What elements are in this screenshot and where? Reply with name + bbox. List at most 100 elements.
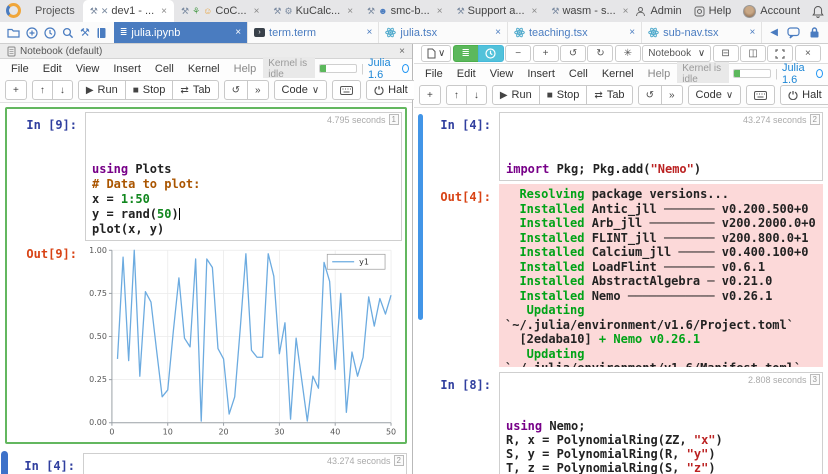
close-icon[interactable]: × (495, 27, 501, 38)
file-tab-julia-ipynb[interactable]: ≣ julia.ipynb × (114, 22, 248, 43)
help-button[interactable]: Help (694, 5, 732, 17)
halt-button[interactable]: Halt (366, 80, 416, 100)
move-cell-down-button[interactable]: ↓ (466, 85, 487, 105)
settings-wrench-icon[interactable]: ⚒ (80, 26, 90, 39)
menu-insert[interactable]: Insert (106, 63, 148, 75)
project-tab-kucalc[interactable]: ⚒ ⚙ KuCalc... × (266, 0, 360, 22)
zoom-in-button[interactable]: + (533, 45, 559, 62)
close-icon[interactable]: × (629, 27, 635, 38)
account-button[interactable]: Account (743, 5, 800, 18)
file-tab-sub-nav-tsx[interactable]: sub-nav.tsx × (642, 22, 762, 43)
scrollbar-thumb[interactable] (1, 451, 8, 474)
file-tab-julia-tsx[interactable]: julia.tsx × (379, 22, 508, 43)
log-clock-icon[interactable] (44, 27, 56, 39)
stop-button[interactable]: ■Stop (539, 85, 588, 105)
cell-nemo-compute[interactable]: In [8]: 2.808 seconds 3 using Nemo;R, x … (418, 372, 823, 474)
close-icon[interactable]: × (437, 6, 443, 17)
menu-file[interactable]: File (418, 68, 450, 80)
run-all-button[interactable]: » (661, 85, 683, 105)
project-tab-support[interactable]: ⚒ Support a... × (450, 0, 545, 22)
close-icon[interactable]: × (235, 27, 241, 38)
menu-cell[interactable]: Cell (148, 63, 181, 75)
cell-type-dropdown[interactable]: Code∨ (274, 80, 328, 100)
projects-button[interactable]: Projects (27, 0, 83, 22)
menu-view[interactable]: View (483, 68, 521, 80)
insert-cell-button[interactable]: + (5, 80, 27, 100)
menu-cell[interactable]: Cell (562, 68, 595, 80)
left-notebook[interactable]: In [9]: 4.795 seconds 1 using Plots# Dat… (0, 103, 412, 474)
run-button[interactable]: ▶Run (78, 80, 126, 100)
cell-type-dropdown[interactable]: Code∨ (688, 85, 742, 105)
cell-pkg-add[interactable]: In [4]: 43.274 seconds 2 import Pkg; Pkg… (418, 112, 823, 367)
close-icon[interactable]: × (161, 6, 167, 17)
file-tab-teaching-tsx[interactable]: teaching.tsx × (508, 22, 642, 43)
new-plus-circle-icon[interactable] (26, 27, 38, 39)
bell-icon[interactable] (812, 5, 824, 18)
menu-edit[interactable]: Edit (450, 68, 483, 80)
menu-file[interactable]: File (4, 63, 36, 75)
fullscreen-button[interactable] (767, 45, 793, 62)
tab-complete-button[interactable]: ⇄Tab (172, 80, 218, 100)
project-tab-smc[interactable]: ⚒ ☻ smc-b... × (360, 0, 450, 22)
kernel-name[interactable]: Julia 1.6 (782, 62, 812, 86)
close-icon[interactable]: × (532, 6, 538, 17)
code-input[interactable]: 4.795 seconds 1 using Plots# Data to plo… (85, 112, 402, 241)
file-dropdown-button[interactable]: ∨ (421, 45, 451, 62)
run-all-button[interactable]: » (247, 80, 269, 100)
move-cell-up-button[interactable]: ↑ (446, 85, 467, 105)
cell-pkg-add[interactable]: In [4]: 43.274 seconds 2 import Pkg; Pkg… (5, 453, 407, 474)
close-icon[interactable]: × (749, 27, 755, 38)
zoom-out-button[interactable]: − (505, 45, 531, 62)
menu-kernel[interactable]: Kernel (595, 68, 641, 80)
menu-help[interactable]: Help (641, 68, 678, 80)
menu-view[interactable]: View (69, 63, 107, 75)
admin-button[interactable]: Admin (635, 5, 681, 17)
keyboard-shortcuts-button[interactable] (332, 80, 361, 100)
jupyter-mode-button[interactable]: ≣ (453, 45, 479, 62)
frame-type-dropdown[interactable]: Notebook ∨ (642, 45, 711, 62)
insert-cell-button[interactable]: + (419, 85, 441, 105)
close-frame-button[interactable]: × (795, 45, 821, 62)
lock-icon[interactable] (809, 26, 820, 39)
close-icon[interactable]: × (399, 46, 405, 57)
split-col-button[interactable]: ◫ (740, 45, 766, 62)
run-button[interactable]: ▶Run (492, 85, 540, 105)
menu-kernel[interactable]: Kernel (181, 63, 227, 75)
right-notebook[interactable]: In [4]: 43.274 seconds 2 import Pkg; Pkg… (414, 108, 828, 474)
undo-button[interactable]: ↺ (560, 45, 586, 62)
project-tab-wasm[interactable]: ⚒ wasm - s... × (544, 0, 635, 22)
library-book-icon[interactable] (96, 27, 107, 39)
move-cell-down-button[interactable]: ↓ (52, 80, 73, 100)
tab-complete-button[interactable]: ⇄Tab (586, 85, 632, 105)
cocalc-logo[interactable] (6, 3, 21, 18)
redo-button[interactable]: ↻ (587, 45, 613, 62)
kernel-name[interactable]: Julia 1.6 (368, 57, 398, 81)
cell-plot[interactable]: In [9]: 4.795 seconds 1 using Plots# Dat… (5, 107, 407, 444)
close-icon[interactable]: × (347, 6, 353, 17)
chat-icon[interactable] (787, 27, 800, 39)
keyboard-shortcuts-button[interactable] (746, 85, 775, 105)
search-icon[interactable] (62, 27, 74, 39)
collapse-left-icon[interactable]: ◀ (770, 27, 778, 38)
code-input[interactable]: 43.274 seconds 2 import Pkg; Pkg.add("Ne… (499, 112, 823, 181)
project-tab-coc[interactable]: ⚒ ⚘ ☺ CoC... × (174, 0, 266, 22)
menu-insert[interactable]: Insert (520, 68, 562, 80)
code-input[interactable]: 2.808 seconds 3 using Nemo;R, x = Polyno… (499, 372, 823, 474)
timetravel-button[interactable] (478, 45, 504, 62)
format-button[interactable]: ✳ (615, 45, 641, 62)
close-icon[interactable]: × (254, 6, 260, 17)
split-row-button[interactable]: ⊟ (713, 45, 739, 62)
move-cell-up-button[interactable]: ↑ (32, 80, 53, 100)
file-tab-term[interactable]: › term.term × (248, 22, 379, 43)
code-input[interactable]: 43.274 seconds 2 import Pkg; Pkg.add("Ne… (83, 453, 407, 474)
menu-edit[interactable]: Edit (36, 63, 69, 75)
project-tab-dev1[interactable]: ⚒ ✕ dev1 - ... × (83, 0, 174, 22)
halt-button[interactable]: Halt (780, 85, 828, 105)
stop-button[interactable]: ■Stop (125, 80, 174, 100)
close-icon[interactable]: × (623, 6, 629, 17)
restart-kernel-button[interactable]: ↺ (638, 85, 662, 105)
menu-help[interactable]: Help (227, 63, 264, 75)
restart-kernel-button[interactable]: ↺ (224, 80, 248, 100)
close-icon[interactable]: × (367, 27, 373, 38)
files-folder-icon[interactable] (7, 27, 20, 38)
